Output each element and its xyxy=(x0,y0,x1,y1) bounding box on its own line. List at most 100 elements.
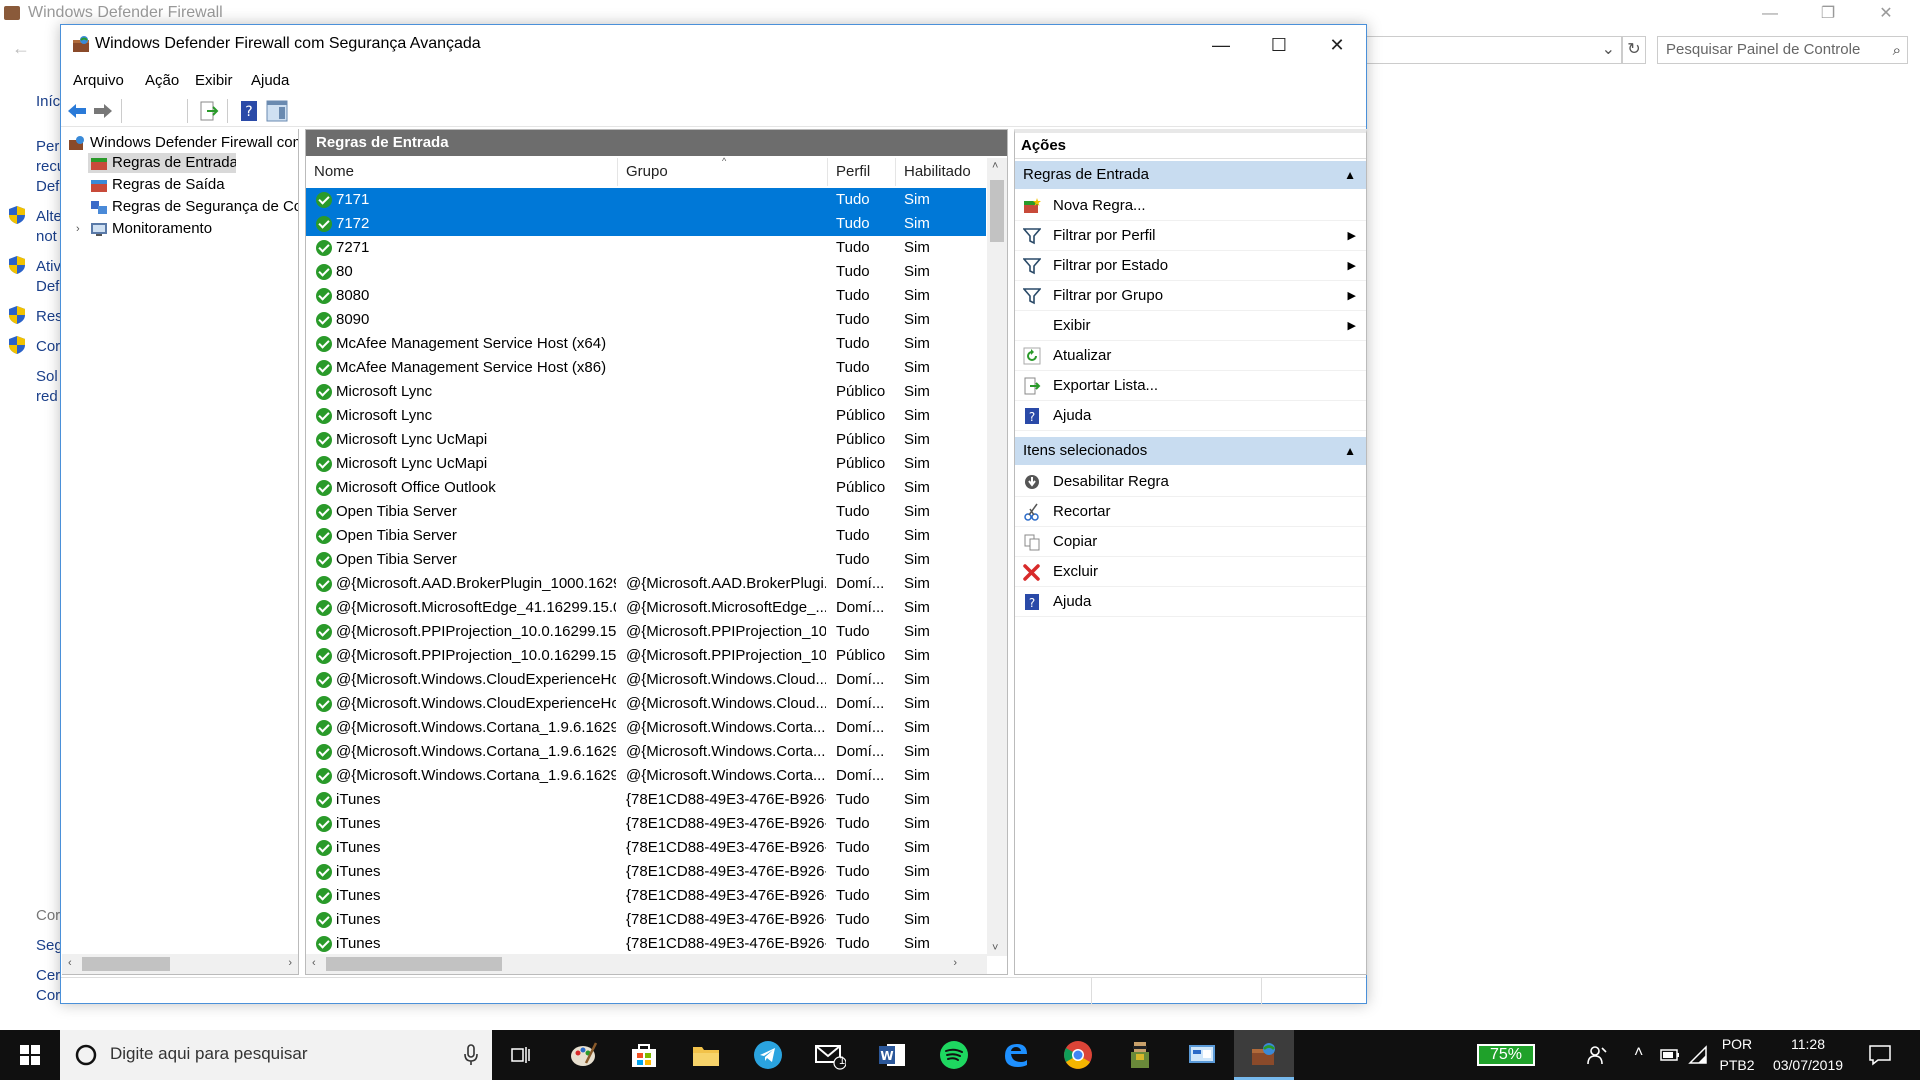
side-link-restore[interactable]: Res xyxy=(36,308,63,326)
taskbar-app-file-explorer[interactable] xyxy=(676,1030,736,1080)
side-link-network-center-2[interactable]: Cor xyxy=(36,987,60,1005)
forward-arrow-icon[interactable] xyxy=(91,99,115,123)
table-row[interactable]: iTunes {78E1CD88-49E3-476E-B926-... Tudo Si… xyxy=(306,860,986,884)
battery-indicator[interactable]: 75% xyxy=(1477,1044,1535,1066)
back-arrow-icon[interactable] xyxy=(65,99,89,123)
rules-horizontal-scrollbar[interactable]: ‹ › xyxy=(306,954,987,974)
table-row[interactable]: iTunes {78E1CD88-49E3-476E-B926-... Tudo Si… xyxy=(306,932,986,956)
taskbar-app-spotify[interactable] xyxy=(924,1030,984,1080)
actions-section-inbound-rules[interactable]: Regras de Entrada ▲ xyxy=(1015,161,1366,189)
table-row[interactable]: McAfee Management Service Host (x64) Tudo… xyxy=(306,332,986,356)
scroll-down-arrow[interactable]: ˅ xyxy=(992,942,998,954)
side-link-security[interactable]: Seg xyxy=(36,937,63,955)
side-link-turn-on[interactable]: Ativ xyxy=(36,258,61,276)
action-excluir[interactable]: Excluir xyxy=(1015,557,1366,587)
side-link-turn-on-2[interactable]: Def xyxy=(36,278,59,296)
taskbar-app-telegram[interactable] xyxy=(738,1030,798,1080)
table-row[interactable]: iTunes {78E1CD88-49E3-476E-B926-... Tudo Si… xyxy=(306,812,986,836)
action-copiar[interactable]: Copiar xyxy=(1015,527,1366,557)
table-row[interactable]: 7171 Tudo Sim xyxy=(306,188,986,212)
taskbar-app-firewall[interactable] xyxy=(1234,1030,1294,1080)
side-link-network-center[interactable]: Cer xyxy=(36,967,60,985)
table-row[interactable]: McAfee Management Service Host (x86) Tudo… xyxy=(306,356,986,380)
table-row[interactable]: @{Microsoft.Windows.Cortana_1.9.6.16299.… xyxy=(306,740,986,764)
close-button[interactable]: ✕ xyxy=(1308,25,1366,65)
tree-item-regras-de-seguranca[interactable]: Regras de Segurança de Cor xyxy=(88,197,298,217)
table-row[interactable]: Open Tibia Server Tudo Sim xyxy=(306,548,986,572)
back-arrow-icon[interactable]: ← xyxy=(12,38,30,59)
rules-vertical-scrollbar[interactable]: ˄ ˅ xyxy=(987,158,1007,956)
taskbar-app-mail[interactable]: 1 xyxy=(800,1030,860,1080)
scrollbar-thumb[interactable] xyxy=(326,957,502,971)
taskbar-app-word[interactable]: W xyxy=(862,1030,922,1080)
action-filtrar-perfil[interactable]: Filtrar por Perfil ▶ xyxy=(1015,221,1366,251)
chevron-down-icon[interactable]: ⌄ xyxy=(1602,39,1615,59)
table-row[interactable]: 8080 Tudo Sim xyxy=(306,284,986,308)
side-link-troubleshoot-2[interactable]: red xyxy=(36,388,58,406)
address-bar[interactable]: ⌄ xyxy=(1366,36,1622,64)
help-icon[interactable]: ? xyxy=(237,99,261,123)
background-minimize-button[interactable]: — xyxy=(1742,0,1798,30)
input-language[interactable]: POR xyxy=(1720,1036,1754,1052)
table-row[interactable]: Microsoft Lync Público Sim xyxy=(306,380,986,404)
table-row[interactable]: iTunes {78E1CD88-49E3-476E-B926-... Tudo Si… xyxy=(306,788,986,812)
table-row[interactable]: Microsoft Office Outlook Público Sim xyxy=(306,476,986,500)
taskbar-app-edge[interactable] xyxy=(986,1030,1046,1080)
export-list-icon[interactable] xyxy=(197,99,221,123)
side-link-change-notify[interactable]: Alte xyxy=(36,208,62,226)
taskbar-app-paint[interactable] xyxy=(553,1030,613,1080)
chevron-up-icon[interactable]: ˄ xyxy=(1634,1044,1643,1062)
show-hide-action-pane-icon[interactable] xyxy=(265,99,289,123)
scroll-up-arrow[interactable]: ˄ xyxy=(992,160,998,172)
table-row[interactable]: @{Microsoft.Windows.Cortana_1.9.6.16299.… xyxy=(306,716,986,740)
people-icon[interactable] xyxy=(1586,1044,1608,1066)
collapse-caret-icon[interactable]: ▲ xyxy=(1344,437,1356,465)
column-habilitado[interactable]: Habilitado xyxy=(896,158,986,186)
taskbar-search-box[interactable]: Digite aqui para pesquisar xyxy=(60,1030,492,1080)
taskbar-app-store[interactable] xyxy=(614,1030,674,1080)
table-row[interactable]: 8090 Tudo Sim xyxy=(306,308,986,332)
refresh-button[interactable]: ↻ xyxy=(1622,36,1646,64)
start-button[interactable] xyxy=(0,1030,60,1080)
table-row[interactable]: iTunes {78E1CD88-49E3-476E-B926-... Tudo Si… xyxy=(306,908,986,932)
table-row[interactable]: @{Microsoft.Windows.Cortana_1.9.6.16299.… xyxy=(306,764,986,788)
menu-ajuda[interactable]: Ajuda xyxy=(251,72,289,89)
side-link-advanced[interactable]: Cor xyxy=(36,338,60,356)
action-filtrar-estado[interactable]: Filtrar por Estado ▶ xyxy=(1015,251,1366,281)
menu-arquivo[interactable]: Arquivo xyxy=(73,72,124,89)
side-link-allow-3[interactable]: Def xyxy=(36,178,59,196)
action-atualizar[interactable]: Atualizar xyxy=(1015,341,1366,371)
side-link-change-notify-2[interactable]: not xyxy=(36,228,57,246)
actions-section-selected-items[interactable]: Itens selecionados ▲ xyxy=(1015,437,1366,465)
scroll-right-arrow[interactable]: › xyxy=(288,957,292,969)
table-row[interactable]: @{Microsoft.MicrosoftEdge_41.16299.15.0_… xyxy=(306,596,986,620)
table-row[interactable]: @{Microsoft.Windows.CloudExperienceHo...… xyxy=(306,692,986,716)
tree-item-regras-de-entrada[interactable]: Regras de Entrada xyxy=(88,153,236,173)
scroll-left-arrow[interactable]: ‹ xyxy=(312,957,316,969)
control-panel-search-input[interactable]: Pesquisar Painel de Controle ⌕ xyxy=(1657,36,1908,64)
table-row[interactable]: iTunes {78E1CD88-49E3-476E-B926-... Tudo Si… xyxy=(306,836,986,860)
action-desabilitar-regra[interactable]: Desabilitar Regra xyxy=(1015,467,1366,497)
action-center-icon[interactable] xyxy=(1868,1044,1892,1066)
task-view-button[interactable] xyxy=(490,1030,550,1080)
action-nova-regra[interactable]: Nova Regra... xyxy=(1015,191,1366,221)
taskbar-app-chrome[interactable] xyxy=(1048,1030,1108,1080)
action-ajuda-selected[interactable]: ? Ajuda xyxy=(1015,587,1366,617)
table-row[interactable]: Open Tibia Server Tudo Sim xyxy=(306,500,986,524)
clock-date[interactable]: 03/07/2019 xyxy=(1766,1057,1850,1073)
microphone-icon[interactable] xyxy=(464,1044,478,1066)
action-filtrar-grupo[interactable]: Filtrar por Grupo ▶ xyxy=(1015,281,1366,311)
tree-root[interactable]: Windows Defender Firewall com xyxy=(68,133,298,153)
table-row[interactable]: @{Microsoft.Windows.CloudExperienceHo...… xyxy=(306,668,986,692)
background-restore-button[interactable]: ❐ xyxy=(1800,0,1856,30)
scrollbar-thumb[interactable] xyxy=(82,957,170,971)
table-row[interactable]: iTunes {78E1CD88-49E3-476E-B926-... Tudo Si… xyxy=(306,884,986,908)
action-exportar-lista[interactable]: Exportar Lista... xyxy=(1015,371,1366,401)
table-row[interactable]: Open Tibia Server Tudo Sim xyxy=(306,524,986,548)
column-perfil[interactable]: Perfil xyxy=(828,158,896,186)
taskbar-app-game[interactable] xyxy=(1110,1030,1170,1080)
clock-time[interactable]: 11:28 xyxy=(1766,1036,1850,1052)
table-row[interactable]: @{Microsoft.PPIProjection_10.0.16299.15_… xyxy=(306,620,986,644)
tree-item-monitoramento[interactable]: Monitoramento xyxy=(88,219,298,239)
title-bar[interactable]: Windows Defender Firewall com Segurança … xyxy=(61,25,1366,65)
